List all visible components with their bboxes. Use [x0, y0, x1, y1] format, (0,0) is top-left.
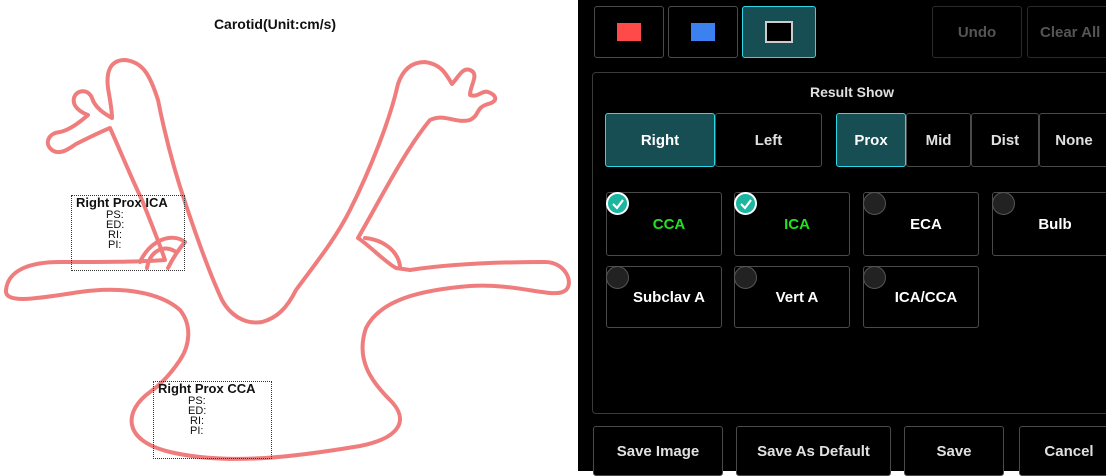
undo-button[interactable]: Undo — [932, 6, 1022, 58]
vert-checkbox-icon — [734, 266, 757, 289]
vessel-ica-cca-label: ICA/CCA — [894, 288, 958, 306]
vessel-vert-label: Vert A — [775, 288, 819, 306]
red-color-button[interactable] — [594, 6, 664, 58]
position-none-button[interactable]: None — [1039, 113, 1106, 167]
result-show-title: Result Show — [809, 84, 894, 100]
save-button[interactable]: Save — [904, 426, 1004, 476]
ica-cca-checkbox-icon — [863, 266, 886, 289]
ica-ed-label: ED: — [106, 219, 125, 231]
eca-checkbox-icon — [863, 192, 886, 215]
cca-ps-label: PS: — [188, 395, 206, 407]
black-swatch — [765, 21, 793, 43]
ica-ps-label: PS: — [106, 209, 124, 221]
ica-pi-label: PI: — [108, 239, 122, 251]
cca-check-icon — [606, 192, 629, 215]
bulb-checkbox-icon — [992, 192, 1015, 215]
vessel-bulb-label: Bulb — [1038, 215, 1072, 233]
cca-ri-label: RI: — [190, 415, 205, 427]
blue-swatch — [691, 23, 715, 41]
vessel-ica-button[interactable]: ICA — [734, 192, 850, 256]
vessel-eca-label: ECA — [910, 215, 942, 233]
vessel-bulb-button[interactable]: Bulb — [992, 192, 1106, 256]
black-color-button[interactable] — [742, 6, 816, 58]
position-prox-button[interactable]: Prox — [836, 113, 906, 167]
vessel-cca-button[interactable]: CCA — [606, 192, 722, 256]
vessel-ica-label: ICA — [784, 215, 810, 233]
vessel-ica-cca-button[interactable]: ICA/CCA — [863, 266, 979, 328]
vessel-cca-label: CCA — [652, 215, 686, 233]
clear-all-button[interactable]: Clear All — [1027, 6, 1106, 58]
ica-check-icon — [734, 192, 757, 215]
side-right-button[interactable]: Right — [605, 113, 715, 167]
cca-measure-box[interactable]: Right Prox CCA PS: ED: RI: PI: — [153, 381, 272, 459]
vessel-vert-button[interactable]: Vert A — [734, 266, 850, 328]
vessel-eca-button[interactable]: ECA — [863, 192, 979, 256]
cca-pi-label: PI: — [190, 425, 204, 437]
cancel-button[interactable]: Cancel — [1019, 426, 1106, 476]
save-image-button[interactable]: Save Image — [593, 426, 723, 476]
side-left-button[interactable]: Left — [715, 113, 822, 167]
cca-box-header: Right Prox CCA — [158, 381, 256, 396]
save-as-default-button[interactable]: Save As Default — [736, 426, 891, 476]
right-branch-arch — [363, 236, 402, 268]
cca-ed-label: ED: — [188, 405, 207, 417]
diagram-panel: Carotid(Unit:cm/s) Right Prox ICA PS: ED… — [0, 0, 578, 471]
subclav-checkbox-icon — [606, 266, 629, 289]
red-swatch — [617, 23, 641, 41]
ica-ri-label: RI: — [108, 229, 123, 241]
vessel-subclav-label: Subclav A — [633, 288, 705, 306]
vessel-subclav-button[interactable]: Subclav A — [606, 266, 722, 328]
blue-color-button[interactable] — [668, 6, 738, 58]
ica-measure-box[interactable]: Right Prox ICA PS: ED: RI: PI: — [71, 195, 185, 271]
ica-box-header: Right Prox ICA — [76, 195, 168, 210]
position-dist-button[interactable]: Dist — [971, 113, 1039, 167]
position-mid-button[interactable]: Mid — [906, 113, 971, 167]
